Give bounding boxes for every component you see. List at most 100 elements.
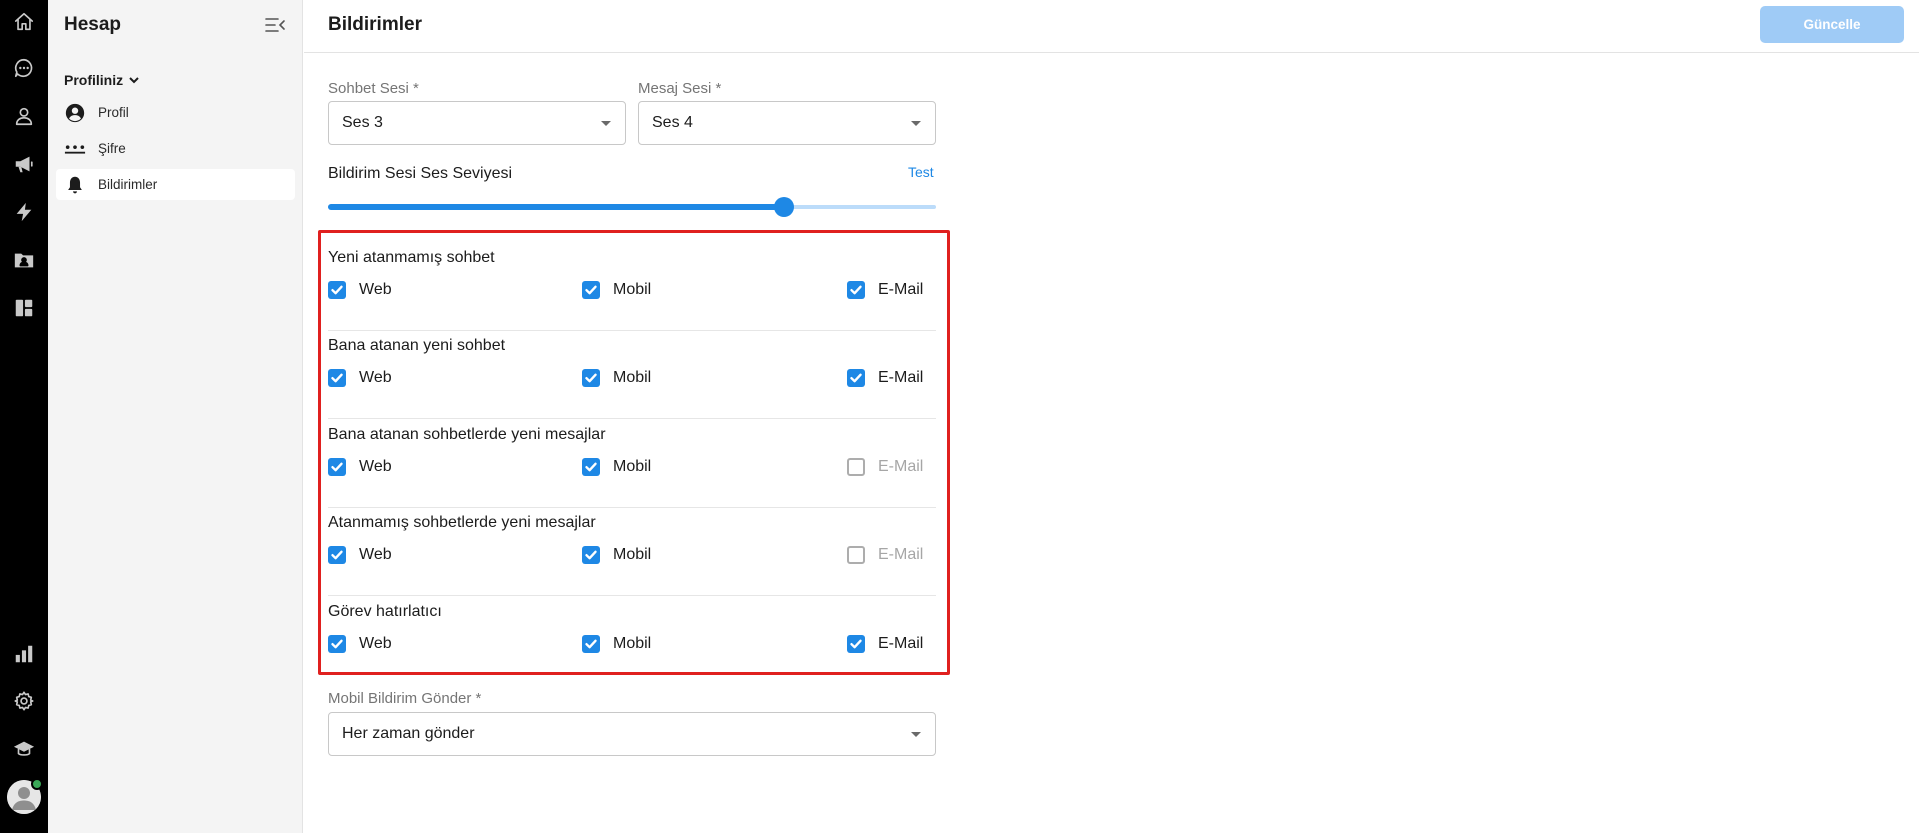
- sidebar-item-label: Şifre: [98, 141, 126, 156]
- online-status-dot: [31, 778, 43, 790]
- mobile-push-select[interactable]: Her zaman gönder: [328, 712, 936, 756]
- lightning-icon[interactable]: [0, 194, 48, 230]
- mobile-checkbox-option[interactable]: Mobil: [582, 546, 651, 564]
- email-checkbox-option: E-Mail: [847, 458, 923, 476]
- option-label: Mobil: [613, 458, 652, 475]
- group-new-assigned-chat: Bana atanan yeni sohbet Web Mobil E-Mail: [328, 331, 936, 419]
- option-label: E-Mail: [878, 546, 924, 563]
- slider-track: [328, 204, 784, 210]
- email-checkbox-option[interactable]: E-Mail: [847, 281, 923, 299]
- academy-icon[interactable]: [0, 731, 48, 767]
- web-checkbox-option[interactable]: Web: [328, 635, 392, 653]
- group-title: Bana atanan yeni sohbet: [328, 337, 506, 354]
- group-title: Atanmamış sohbetlerde yeni mesajlar: [328, 514, 596, 531]
- checkbox-checked-icon[interactable]: [582, 369, 600, 387]
- group-title: Bana atanan sohbetlerde yeni mesajlar: [328, 426, 606, 443]
- test-sound-link[interactable]: Test: [908, 164, 934, 180]
- mobile-checkbox-option[interactable]: Mobil: [582, 635, 651, 653]
- web-checkbox-option[interactable]: Web: [328, 369, 392, 387]
- settings-icon[interactable]: [0, 683, 48, 719]
- email-checkbox-option[interactable]: E-Mail: [847, 635, 923, 653]
- slider-thumb[interactable]: [774, 197, 794, 217]
- email-checkbox-option: E-Mail: [847, 546, 923, 564]
- sidebar-item-label: Bildirimler: [98, 177, 158, 192]
- group-new-messages-unassigned: Atanmamış sohbetlerde yeni mesajlar Web Mo…: [328, 508, 936, 596]
- web-checkbox-option[interactable]: Web: [328, 546, 392, 564]
- checkbox-checked-icon[interactable]: [582, 546, 600, 564]
- option-label: Mobil: [613, 546, 652, 563]
- group-new-unassigned-chat: Yeni atanmamış sohbet Web Mobil E-Mail: [328, 243, 936, 331]
- icon-rail: [0, 0, 48, 833]
- checkbox-checked-icon[interactable]: [847, 635, 865, 653]
- group-title: Görev hatırlatıcı: [328, 603, 442, 620]
- chat-sound-select[interactable]: Ses 3: [328, 101, 626, 145]
- sidebar-title: Hesap: [64, 14, 122, 35]
- megaphone-icon[interactable]: [0, 146, 48, 182]
- email-checkbox-option[interactable]: E-Mail: [847, 369, 923, 387]
- group-new-messages-assigned: Bana atanan sohbetlerde yeni mesajlar Web…: [328, 420, 936, 508]
- checkbox-checked-icon[interactable]: [328, 369, 346, 387]
- page-header: Bildirimler Güncelle: [304, 0, 1919, 53]
- update-button[interactable]: Güncelle: [1760, 6, 1904, 43]
- checkbox-checked-icon[interactable]: [582, 281, 600, 299]
- select-value: Ses 3: [342, 114, 383, 131]
- select-value: Her zaman gönder: [342, 725, 475, 742]
- page-title: Bildirimler: [328, 14, 422, 35]
- option-label: Mobil: [613, 369, 652, 386]
- option-label: Web: [359, 546, 392, 563]
- chevron-down-icon: [129, 77, 139, 84]
- checkbox-unchecked-icon: [847, 458, 865, 476]
- password-dots-icon: [64, 138, 86, 160]
- group-divider: [328, 418, 936, 419]
- dashboard-icon[interactable]: [0, 290, 48, 326]
- mobile-checkbox-option[interactable]: Mobil: [582, 458, 651, 476]
- checkbox-checked-icon[interactable]: [847, 369, 865, 387]
- option-label: Web: [359, 635, 392, 652]
- checkbox-checked-icon[interactable]: [328, 546, 346, 564]
- contact-folder-icon[interactable]: [0, 242, 48, 278]
- profile-group-toggle[interactable]: Profiliniz: [64, 72, 141, 88]
- option-label: E-Mail: [878, 635, 924, 652]
- mobile-checkbox-option[interactable]: Mobil: [582, 281, 651, 299]
- checkbox-checked-icon[interactable]: [582, 458, 600, 476]
- message-sound-select[interactable]: Ses 4: [638, 101, 936, 145]
- checkbox-checked-icon[interactable]: [328, 458, 346, 476]
- sidebar-item-label: Profil: [98, 105, 129, 120]
- volume-slider[interactable]: [328, 196, 936, 218]
- account-circle-icon: [64, 102, 86, 124]
- dropdown-arrow-icon: [911, 732, 921, 737]
- group-divider: [328, 595, 936, 596]
- option-label: Mobil: [613, 281, 652, 298]
- contacts-icon[interactable]: [0, 98, 48, 134]
- checkbox-unchecked-icon: [847, 546, 865, 564]
- mobile-checkbox-option[interactable]: Mobil: [582, 369, 651, 387]
- option-label: Web: [359, 369, 392, 386]
- reports-icon[interactable]: [0, 636, 48, 672]
- home-icon[interactable]: [0, 4, 48, 40]
- select-value: Ses 4: [652, 114, 693, 131]
- account-sidebar: Hesap Profiliniz Profil Şifre Bildirimle…: [48, 0, 303, 833]
- option-label: Mobil: [613, 635, 652, 652]
- bell-icon: [64, 174, 86, 196]
- checkbox-checked-icon[interactable]: [847, 281, 865, 299]
- checkbox-checked-icon[interactable]: [328, 635, 346, 653]
- group-title: Yeni atanmamış sohbet: [328, 249, 495, 266]
- dropdown-arrow-icon: [601, 121, 611, 126]
- option-label: E-Mail: [878, 369, 924, 386]
- web-checkbox-option[interactable]: Web: [328, 458, 392, 476]
- user-avatar[interactable]: [7, 778, 43, 814]
- sidebar-item-password[interactable]: Şifre: [56, 133, 295, 164]
- collapse-menu-icon[interactable]: [264, 16, 286, 34]
- group-label: Profiliniz: [64, 72, 124, 88]
- option-label: Web: [359, 458, 392, 475]
- web-checkbox-option[interactable]: Web: [328, 281, 392, 299]
- volume-label: Bildirim Sesi Ses Seviyesi: [328, 165, 513, 182]
- sidebar-item-profile[interactable]: Profil: [56, 97, 295, 128]
- checkbox-checked-icon[interactable]: [582, 635, 600, 653]
- mobile-push-label: Mobil Bildirim Gönder *: [328, 690, 482, 707]
- chat-icon[interactable]: [0, 50, 48, 86]
- checkbox-checked-icon[interactable]: [328, 281, 346, 299]
- option-label: E-Mail: [878, 458, 924, 475]
- option-label: Web: [359, 281, 392, 298]
- sidebar-item-notifications[interactable]: Bildirimler: [56, 169, 295, 200]
